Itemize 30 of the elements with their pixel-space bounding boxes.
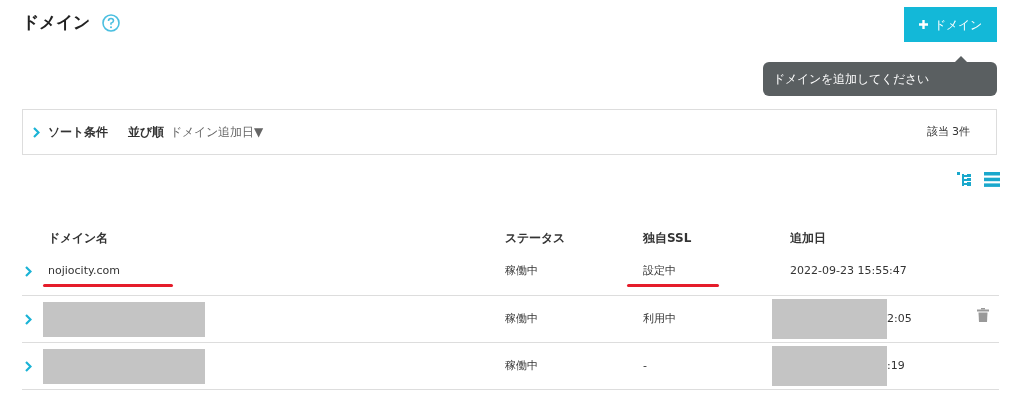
chevron-icon[interactable] bbox=[33, 126, 40, 138]
tooltip: ドメインを追加してください bbox=[763, 62, 997, 96]
sort-title[interactable]: ソート条件 bbox=[48, 123, 108, 141]
status-cell-text: 稼働中 bbox=[505, 263, 539, 280]
date-cell-text: :19 bbox=[887, 357, 905, 374]
column-header: ステータス bbox=[505, 230, 566, 247]
plus-icon bbox=[919, 20, 928, 29]
chevron-icon[interactable] bbox=[25, 313, 32, 325]
help-icon[interactable] bbox=[102, 13, 120, 32]
page-title: ドメイン bbox=[22, 11, 90, 34]
list-view-icon[interactable] bbox=[984, 172, 1000, 187]
date-cell: 2022-09-23 15:55:47 bbox=[790, 263, 907, 280]
column-header: ドメイン名 bbox=[48, 230, 109, 247]
domain-name[interactable]: nojiocity.com bbox=[48, 263, 120, 280]
order-dropdown[interactable]: ドメイン追加日▼ bbox=[170, 123, 264, 141]
ssl-cell-text: - bbox=[643, 357, 647, 374]
status-cell-text: 稼働中 bbox=[505, 357, 539, 374]
date-cell-text: 2:05 bbox=[887, 310, 912, 327]
result-count: 該当 3件 bbox=[926, 123, 970, 140]
chevron-icon[interactable] bbox=[25, 266, 32, 277]
order-label: 並び順 bbox=[128, 124, 164, 141]
trash-icon[interactable] bbox=[977, 308, 989, 322]
column-header: 追加日 bbox=[790, 230, 826, 247]
column-header: 独自SSL bbox=[643, 230, 693, 247]
chevron-icon[interactable] bbox=[25, 360, 32, 372]
status-cell-text: 稼働中 bbox=[505, 310, 539, 327]
tree-view-icon[interactable] bbox=[957, 172, 972, 187]
ssl-cell: 設定中 bbox=[643, 263, 676, 280]
ssl-cell-text: 利用中 bbox=[643, 310, 676, 327]
tooltip-arrow bbox=[955, 56, 967, 62]
